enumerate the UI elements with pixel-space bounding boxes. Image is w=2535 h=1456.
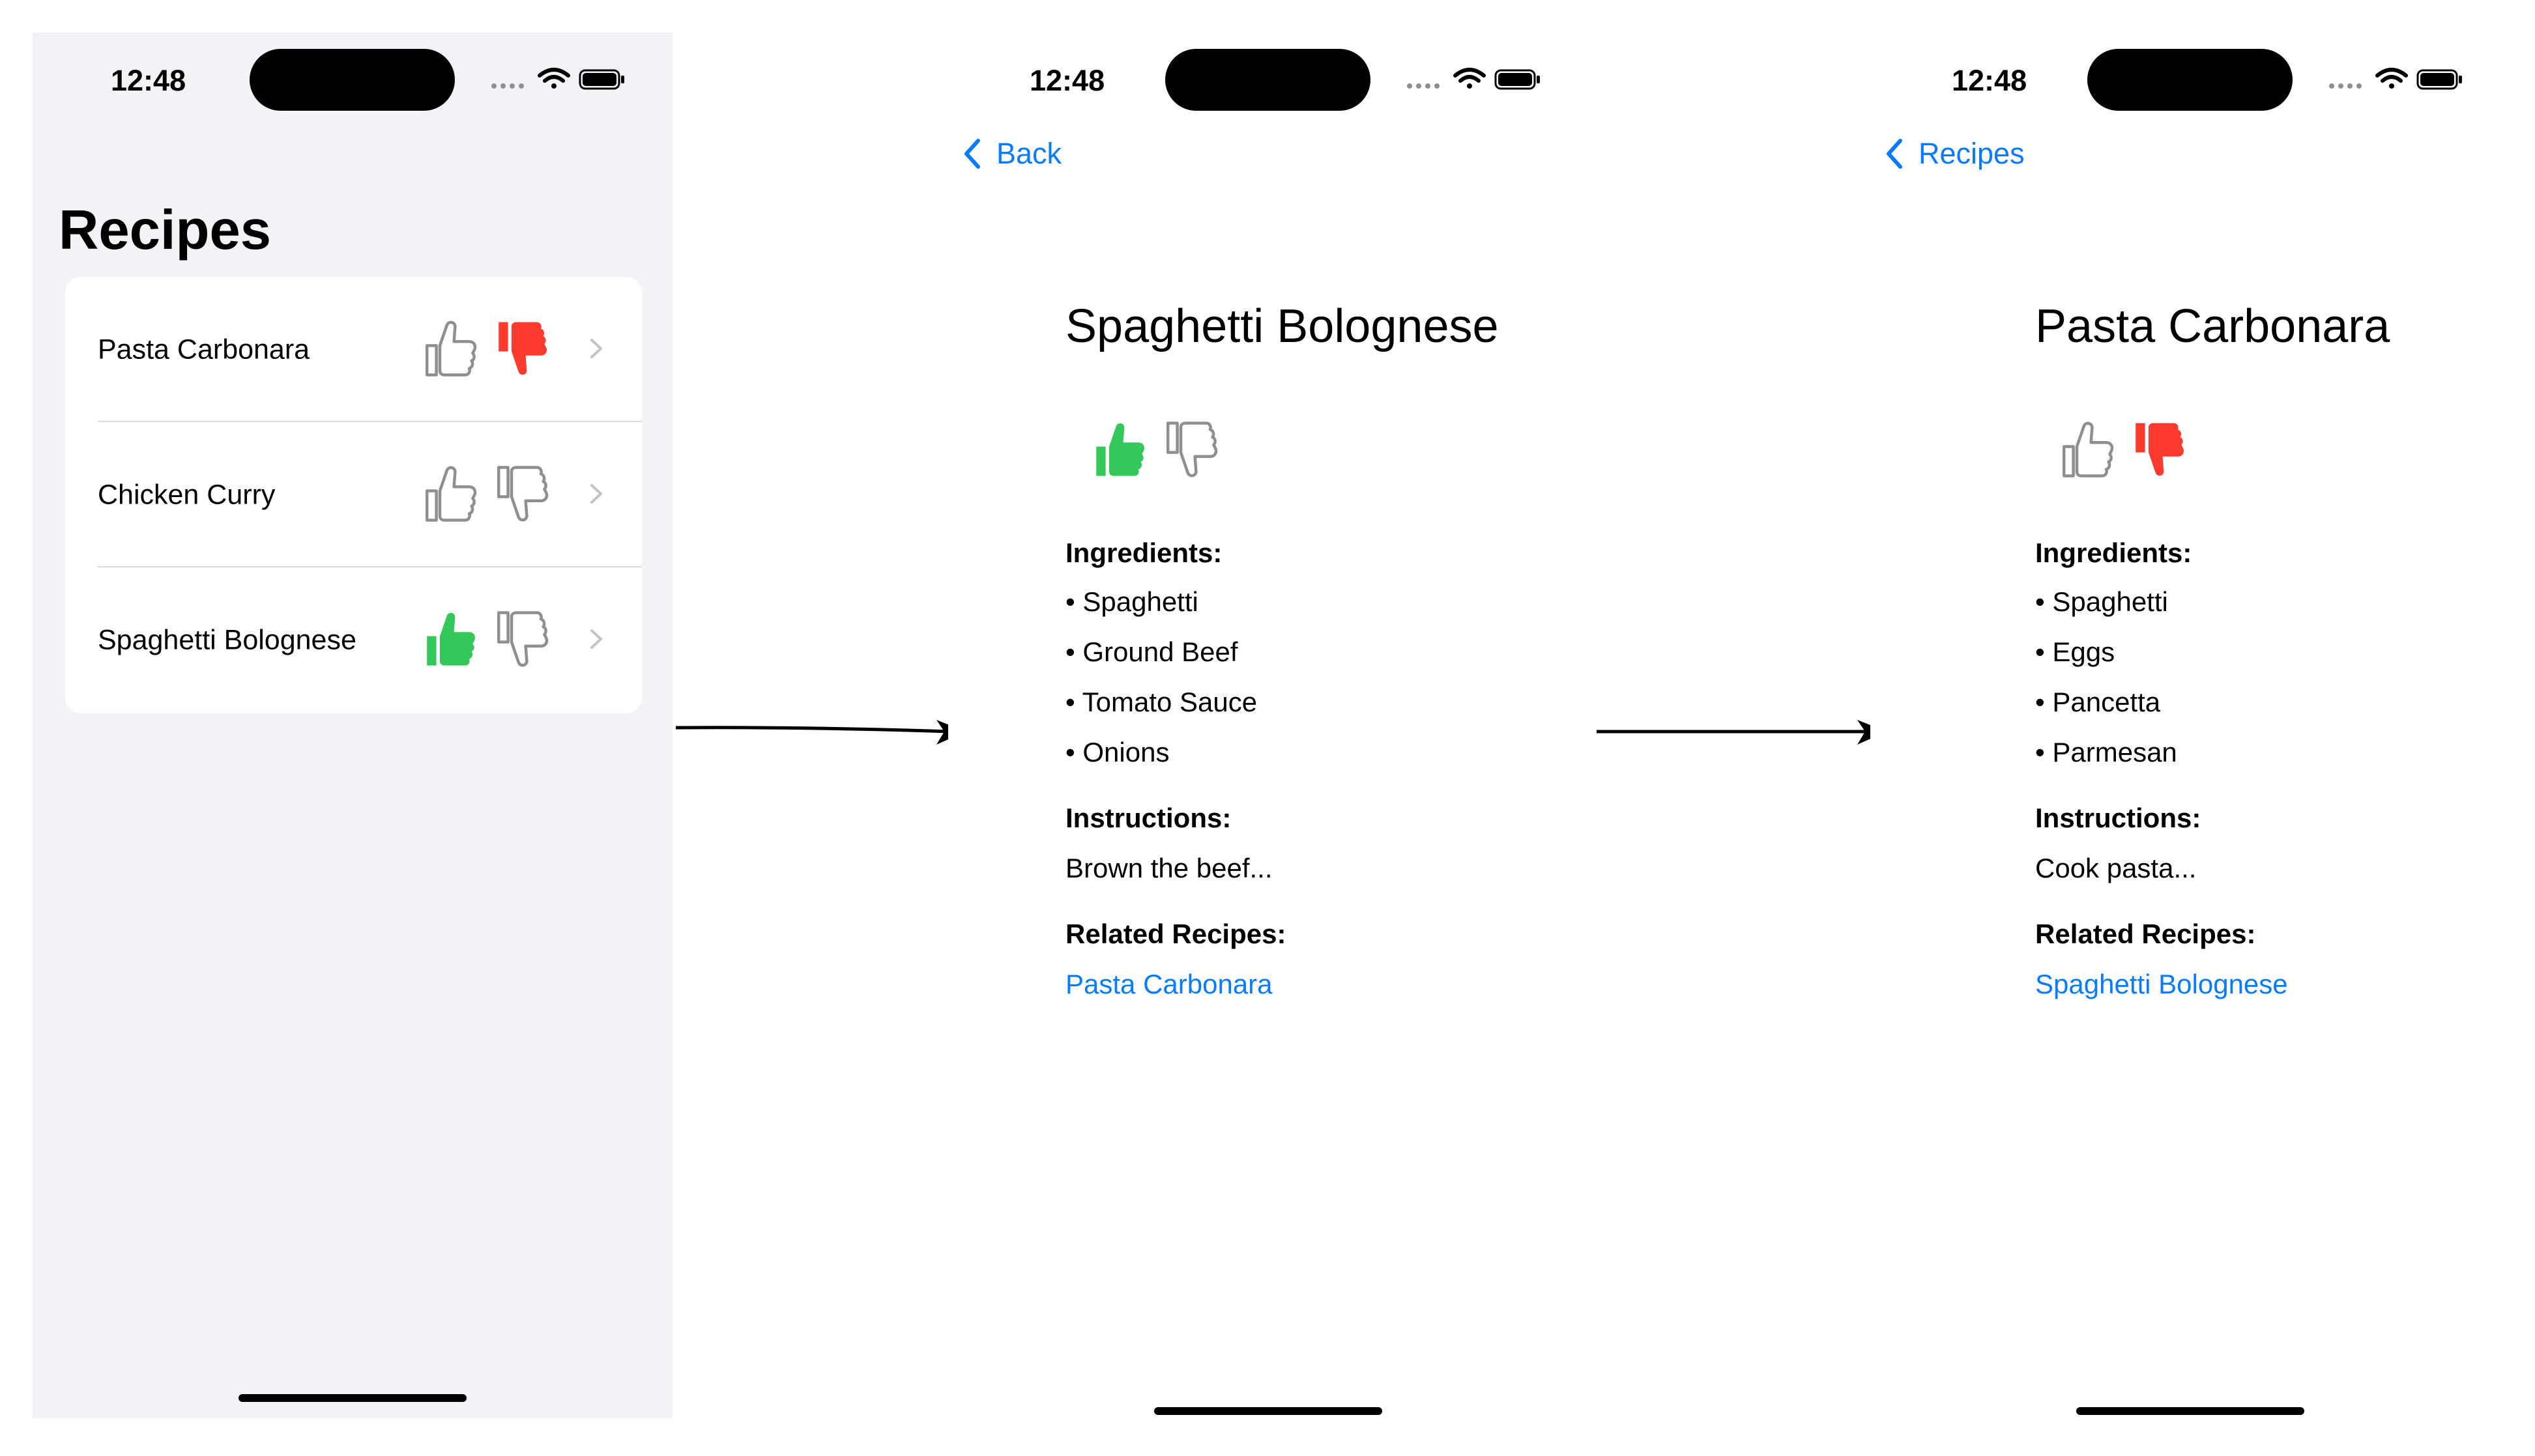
- recipes-list-screen: 12:48 Recipes Pasta Carbonara Chicken Cu…: [33, 33, 673, 1418]
- ingredient-item: • Pancetta: [2035, 687, 2161, 717]
- cellular-signal-icon: [2329, 83, 2362, 89]
- thumbs-down-icon[interactable]: [494, 607, 553, 672]
- flow-arrow: [676, 720, 966, 745]
- list-item-pasta-carbonara[interactable]: Pasta Carbonara: [65, 277, 642, 422]
- related-heading: Related Recipes:: [2035, 919, 2256, 949]
- ingredients-heading: Ingredients:: [2035, 537, 2192, 568]
- home-indicator: [2076, 1407, 2304, 1415]
- ingredient-item: • Parmesan: [2035, 737, 2177, 767]
- dynamic-island: [2087, 49, 2293, 111]
- list-item-spaghetti-bolognese[interactable]: Spaghetti Bolognese: [65, 567, 642, 713]
- thumbs-down-icon[interactable]: [1163, 417, 1222, 482]
- thumbs-up-icon[interactable]: [422, 607, 481, 672]
- chevron-right-icon: [590, 629, 602, 649]
- thumbs-down-icon[interactable]: [494, 316, 553, 381]
- status-icons: [2329, 68, 2462, 90]
- wifi-icon: [538, 68, 570, 89]
- status-icons: [491, 68, 624, 90]
- ingredient-item: • Onions: [1065, 737, 1170, 767]
- wifi-icon: [1453, 68, 1486, 89]
- recipe-title: Pasta Carbonara: [2035, 300, 2390, 352]
- list-item-label: Spaghetti Bolognese: [98, 624, 356, 655]
- chevron-right-icon: [590, 339, 602, 358]
- ingredient-item: • Tomato Sauce: [1065, 687, 1258, 717]
- battery-icon: [2416, 69, 2462, 90]
- chevron-right-icon: [590, 484, 602, 504]
- recipe-detail-screen: 12:48 Recipes Pasta Carbonara Ingredient…: [1870, 33, 2510, 1418]
- related-recipe-link[interactable]: Pasta Carbonara: [1065, 969, 1273, 1000]
- list-item-label: Pasta Carbonara: [98, 334, 310, 365]
- flow-arrow: [1597, 720, 1887, 745]
- thumbs-down-icon[interactable]: [2131, 417, 2190, 482]
- ingredient-item: • Ground Beef: [1065, 636, 1238, 667]
- cellular-signal-icon: [1407, 83, 1440, 89]
- status-icons: [1407, 68, 1540, 90]
- recipes-list: Pasta Carbonara Chicken Curry Spaghetti …: [65, 277, 642, 713]
- battery-icon: [579, 69, 624, 90]
- thumbs-up-icon[interactable]: [422, 316, 481, 381]
- rating-controls: [2059, 417, 2203, 482]
- list-item-chicken-curry[interactable]: Chicken Curry: [65, 422, 642, 567]
- home-indicator: [1154, 1407, 1382, 1415]
- instructions-heading: Instructions:: [2035, 803, 2201, 833]
- recipe-detail-screen: 12:48 Back Spaghetti Bolognese Ingredien…: [948, 33, 1588, 1418]
- back-button-label: Back: [996, 137, 1062, 170]
- battery-icon: [1494, 69, 1540, 90]
- related-heading: Related Recipes:: [1065, 919, 1286, 949]
- list-item-label: Chicken Curry: [98, 479, 276, 510]
- status-time: 12:48: [111, 64, 186, 97]
- back-button[interactable]: Recipes: [1883, 136, 2025, 172]
- ingredient-item: • Spaghetti: [2035, 586, 2168, 617]
- ingredient-item: • Spaghetti: [1065, 586, 1198, 617]
- back-button[interactable]: Back: [961, 136, 1062, 172]
- status-time: 12:48: [1952, 64, 2027, 97]
- dynamic-island: [250, 49, 455, 111]
- instructions-heading: Instructions:: [1065, 803, 1232, 833]
- thumbs-down-icon[interactable]: [494, 461, 553, 526]
- ingredients-heading: Ingredients:: [1065, 537, 1223, 568]
- instructions-text: Brown the beef...: [1065, 853, 1273, 883]
- wifi-icon: [2375, 68, 2408, 89]
- rating-controls: [1092, 417, 1235, 482]
- instructions-text: Cook pasta...: [2035, 853, 2197, 883]
- dynamic-island: [1165, 49, 1370, 111]
- page-title: Recipes: [59, 199, 272, 261]
- thumbs-up-icon[interactable]: [2059, 417, 2118, 482]
- ingredient-item: • Eggs: [2035, 636, 2115, 667]
- status-time: 12:48: [1030, 64, 1105, 97]
- chevron-left-icon: [964, 139, 980, 169]
- related-recipe-link[interactable]: Spaghetti Bolognese: [2035, 969, 2288, 1000]
- thumbs-up-icon[interactable]: [422, 461, 481, 526]
- back-button-label: Recipes: [1919, 137, 2025, 170]
- home-indicator: [239, 1394, 467, 1402]
- cellular-signal-icon: [491, 83, 524, 89]
- thumbs-up-icon[interactable]: [1092, 417, 1150, 482]
- recipe-title: Spaghetti Bolognese: [1065, 300, 1499, 352]
- chevron-left-icon: [1887, 139, 1902, 169]
